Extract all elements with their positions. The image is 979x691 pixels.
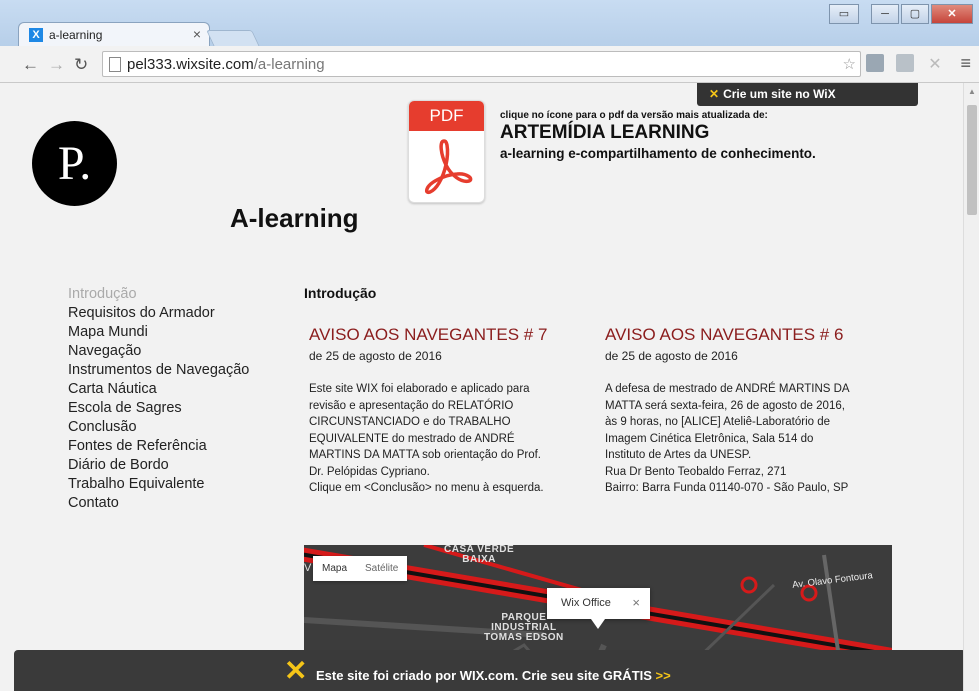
url-domain: pel333.wixsite.com [127, 56, 254, 73]
bookmark-star-icon[interactable]: ☆ [843, 55, 856, 73]
post-line: às 9 horas, no [ALICE] Ateliê-Laboratóri… [605, 416, 831, 428]
extension-icon[interactable] [866, 54, 884, 72]
nav-item-diario[interactable]: Diário de Bordo [68, 456, 249, 475]
wix-footer-banner[interactable]: ✕ Este site foi criado por WIX.com. Crie… [14, 650, 963, 691]
menu-icon[interactable]: ≡ [960, 53, 971, 74]
minimize-icon[interactable]: ─ [871, 4, 899, 24]
post-line: CIRCUNSTANCIADO e do TRABALHO [309, 416, 511, 428]
post-body: A defesa de mestrado de ANDRÉ MARTINS DA… [605, 381, 890, 497]
post-title[interactable]: AVISO AOS NAVEGANTES # 7 [309, 325, 594, 345]
pdf-label: PDF [409, 101, 484, 131]
nav-item-escola-sagres[interactable]: Escola de Sagres [68, 399, 249, 418]
reload-icon[interactable]: ↻ [74, 55, 88, 75]
pdf-subtitle: a-learning e-compartilhamento de conheci… [500, 146, 816, 161]
url-path: /a-learning [253, 56, 325, 73]
post-line: Instituto de Artes da UNESP. [605, 449, 752, 461]
post-line: Dr. Pelópidas Cypriano. [309, 465, 430, 478]
side-navigation: Introdução Requisitos do Armador Mapa Mu… [68, 285, 249, 513]
post-line: revisão e apresentação do RELATÓRIO [309, 399, 514, 412]
wix-top-bar[interactable]: ✕ Crie um site no WiX [697, 83, 918, 106]
post-line: MATTA será sexta-feira, 26 de agosto de … [605, 399, 845, 412]
nav-item-instrumentos[interactable]: Instrumentos de Navegação [68, 361, 249, 380]
tab-close-icon[interactable]: × [193, 26, 201, 42]
site-logo[interactable]: P. [32, 121, 117, 206]
wix-banner-text: Este site foi criado por WIX.com. Crie s… [316, 668, 671, 683]
post-line: Imagem Cinética Eletrônica, Sala 514 do [605, 432, 814, 445]
post-aviso-6: AVISO AOS NAVEGANTES # 6 de 25 de agosto… [605, 325, 890, 497]
acrobat-swoosh-icon [424, 139, 473, 195]
nav-item-carta-nautica[interactable]: Carta Náutica [68, 380, 249, 399]
nav-item-requisitos[interactable]: Requisitos do Armador [68, 304, 249, 323]
map-info-window: Wix Office × [547, 588, 650, 629]
map-label-casa-verde: CASA VERDE BAIXA [444, 545, 514, 565]
nav-item-mapa-mundi[interactable]: Mapa Mundi [68, 323, 249, 342]
wix-banner-cta[interactable]: >> [656, 668, 671, 683]
map-label: V [304, 562, 312, 574]
post-line: Bairro: Barra Funda 01140-070 - São Paul… [605, 482, 849, 494]
map-type-control: Mapa Satélite [313, 556, 408, 581]
window-controls: ▭ ─ ▢ ✕ [829, 4, 973, 24]
tab-title: a-learning [49, 28, 103, 42]
post-line: Clique em <Conclusão> no menu à esquerda… [309, 482, 544, 494]
post-line: MARTINS DA MATTA sob orientação do Prof. [309, 449, 542, 461]
info-window-close-icon[interactable]: × [632, 595, 640, 610]
scrollbar-thumb[interactable] [967, 105, 977, 215]
map-tab-map[interactable]: Mapa [313, 556, 356, 581]
post-body: Este site WIX foi elaborado e aplicado p… [309, 381, 594, 497]
pdf-title: ARTEMÍDIA LEARNING [500, 122, 710, 143]
user-profile-icon[interactable]: ▭ [829, 4, 859, 24]
post-line: Este site WIX foi elaborado e aplicado p… [309, 383, 530, 395]
pdf-note: clique no ícone para o pdf da versão mai… [500, 110, 768, 121]
post-line: A defesa de mestrado de ANDRÉ MARTINS DA [605, 383, 850, 395]
nav-item-conclusao[interactable]: Conclusão [68, 418, 249, 437]
wix-logo-icon: ✕ [284, 655, 308, 686]
nav-item-introducao[interactable]: Introdução [68, 285, 249, 304]
web-page: ✕ Crie um site no WiX P. A-learning PDF c… [0, 83, 963, 691]
scroll-up-icon[interactable]: ▲ [968, 87, 976, 96]
info-window-title: Wix Office [561, 597, 611, 609]
map-tab-satellite[interactable]: Satélite [356, 556, 407, 581]
wix-banner-message: Este site foi criado por WIX.com. Crie s… [316, 668, 652, 683]
nav-item-fontes[interactable]: Fontes de Referência [68, 437, 249, 456]
forward-arrow-icon[interactable]: → [48, 55, 65, 75]
extension-icon[interactable] [896, 54, 914, 72]
post-line: Rua Dr Bento Teobaldo Ferraz, 271 [605, 465, 787, 478]
page-scrollbar[interactable]: ▲ [963, 83, 979, 691]
post-title[interactable]: AVISO AOS NAVEGANTES # 6 [605, 325, 890, 345]
post-aviso-7: AVISO AOS NAVEGANTES # 7 de 25 de agosto… [309, 325, 594, 497]
pdf-icon[interactable]: PDF [408, 100, 485, 203]
map-label-line: TOMAS EDSON [484, 632, 564, 643]
nav-item-contato[interactable]: Contato [68, 494, 249, 513]
wix-top-bar-text: Crie um site no WiX [723, 87, 836, 101]
post-line: EQUIVALENTE do mestrado de ANDRÉ [309, 432, 515, 445]
browser-toolbar: ← → ↻ pel333.wixsite.com/a-learning ☆ ✕ … [0, 46, 979, 83]
url-text[interactable]: pel333.wixsite.com/a-learning [127, 56, 325, 73]
page-icon [109, 57, 121, 72]
close-window-icon[interactable]: ✕ [931, 4, 973, 24]
section-title: Introdução [304, 285, 377, 301]
map-label-line: BAIXA [462, 554, 496, 565]
post-date: de 25 de agosto de 2016 [309, 349, 442, 363]
browser-titlebar: X a-learning × ▭ ─ ▢ ✕ [0, 0, 979, 47]
address-bar[interactable]: pel333.wixsite.com/a-learning ☆ [102, 51, 861, 77]
new-tab-button[interactable] [206, 30, 260, 47]
maximize-icon[interactable]: ▢ [901, 4, 929, 24]
post-date: de 25 de agosto de 2016 [605, 349, 738, 363]
wix-logo-icon: ✕ [709, 87, 720, 101]
wix-favicon-icon: X [29, 28, 43, 42]
back-arrow-icon[interactable]: ← [22, 55, 39, 75]
browser-tab[interactable]: X a-learning × [18, 22, 210, 47]
wix-extension-icon[interactable]: ✕ [926, 54, 944, 73]
nav-item-trabalho[interactable]: Trabalho Equivalente [68, 475, 249, 494]
nav-item-navegacao[interactable]: Navegação [68, 342, 249, 361]
site-title: A-learning [230, 203, 359, 233]
